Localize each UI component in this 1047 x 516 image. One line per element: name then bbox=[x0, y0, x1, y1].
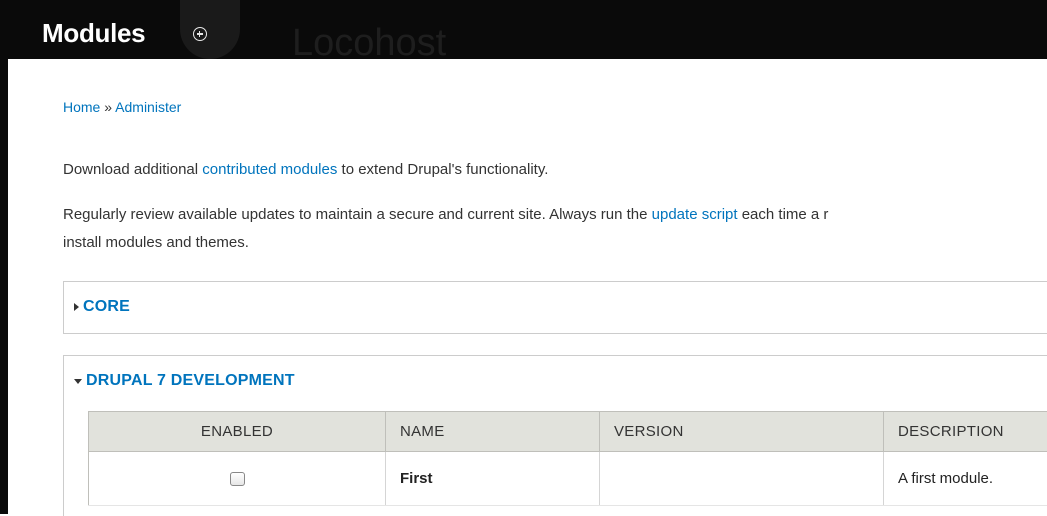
background-site-name: Locohost bbox=[292, 22, 446, 59]
enabled-cell bbox=[89, 452, 386, 506]
header-description[interactable]: DESCRIPTION bbox=[884, 412, 1047, 452]
page-title: Modules bbox=[42, 18, 145, 49]
add-shortcut-icon[interactable] bbox=[193, 27, 207, 41]
table-header-row: ENABLED NAME VERSION DESCRIPTION bbox=[89, 412, 1047, 452]
header-enabled[interactable]: ENABLED bbox=[89, 412, 386, 452]
download-prefix: Download additional bbox=[63, 161, 202, 178]
overlay-left-border bbox=[0, 59, 8, 514]
modules-table: ENABLED NAME VERSION DESCRIPTION First A… bbox=[88, 411, 1047, 506]
download-help-text: Download additional contributed modules … bbox=[63, 156, 1047, 184]
updates-line-2: install modules and themes. bbox=[63, 229, 1047, 257]
header-name[interactable]: NAME bbox=[386, 412, 600, 452]
fieldset-dev-label: DRUPAL 7 DEVELOPMENT bbox=[86, 372, 295, 390]
collapsed-triangle-icon bbox=[74, 303, 79, 311]
fieldset-core-toggle[interactable]: CORE bbox=[74, 298, 130, 316]
background-decoration bbox=[180, 0, 240, 59]
fieldset-dev-toggle[interactable]: DRUPAL 7 DEVELOPMENT bbox=[74, 372, 295, 390]
breadcrumb-home-link[interactable]: Home bbox=[63, 99, 100, 115]
table-row: First A first module. bbox=[89, 452, 1047, 506]
overlay-header: Locohost Modules bbox=[0, 0, 1047, 59]
breadcrumb-administer-link[interactable]: Administer bbox=[115, 99, 181, 115]
update-script-link[interactable]: update script bbox=[652, 206, 738, 223]
header-version[interactable]: VERSION bbox=[600, 412, 884, 452]
enable-module-checkbox[interactable] bbox=[230, 472, 245, 486]
module-name: First bbox=[386, 452, 600, 506]
breadcrumb: Home » Administer bbox=[63, 99, 181, 115]
updates-help-text: Regularly review available updates to ma… bbox=[63, 201, 1047, 257]
module-version bbox=[600, 452, 884, 506]
fieldset-core-label: CORE bbox=[83, 298, 130, 316]
fieldset-drupal7-development: DRUPAL 7 DEVELOPMENT ENABLED NAME VERSIO… bbox=[63, 355, 1047, 516]
contributed-modules-link[interactable]: contributed modules bbox=[202, 161, 337, 178]
breadcrumb-separator: » bbox=[100, 99, 115, 115]
main-content: Home » Administer Download additional co… bbox=[8, 59, 1047, 514]
updates-suffix: each time a r bbox=[738, 206, 829, 223]
fieldset-core: CORE bbox=[63, 281, 1047, 334]
updates-prefix: Regularly review available updates to ma… bbox=[63, 206, 652, 223]
module-description: A first module. bbox=[884, 452, 1047, 506]
expanded-triangle-icon bbox=[74, 379, 82, 384]
download-suffix: to extend Drupal's functionality. bbox=[337, 161, 548, 178]
